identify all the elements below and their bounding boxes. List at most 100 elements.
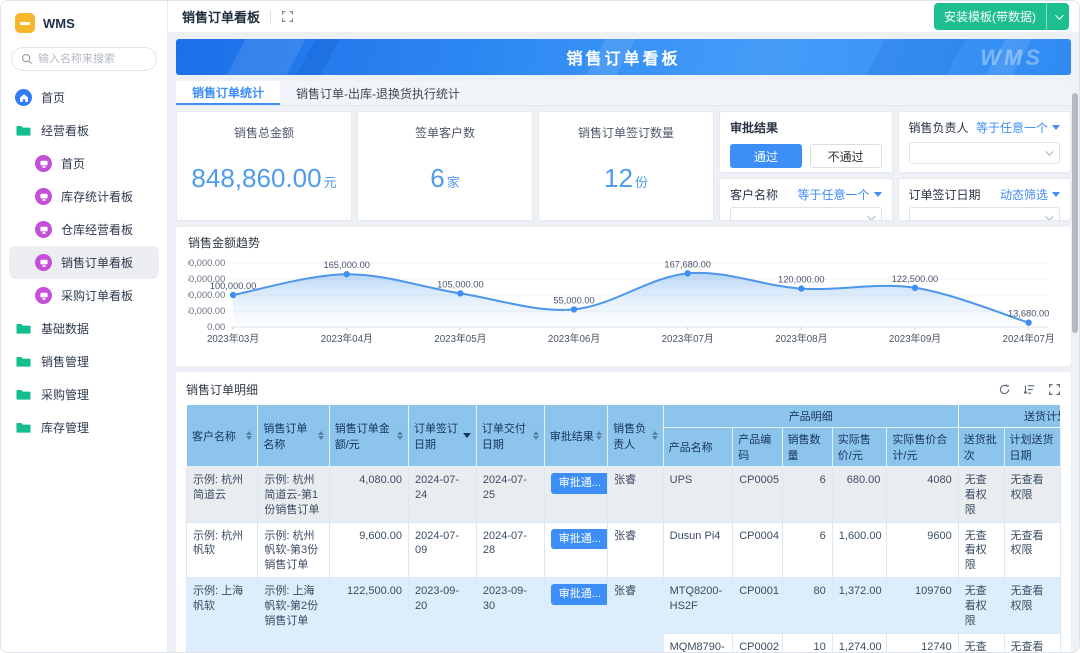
kpi-customer-count: 签单客户数 6家	[357, 111, 533, 221]
approve-status-button[interactable]: 审批通...	[550, 473, 607, 494]
approve-fail-button[interactable]: 不通过	[809, 144, 882, 168]
kpi-label: 销售订单签订数量	[577, 126, 674, 140]
approve-status-button[interactable]: 审批通...	[550, 584, 607, 605]
sidebar-item-label: 首页	[41, 91, 66, 105]
delivery-plan-date: 无查看权限	[1003, 521, 1062, 579]
sort-icon[interactable]	[246, 431, 253, 440]
owner-select[interactable]	[908, 142, 1060, 164]
product-price: 680.00	[831, 466, 888, 523]
col-header[interactable]: 订单交付日期	[475, 404, 545, 467]
page-scrollbar[interactable]	[1072, 93, 1078, 333]
sort-order-icon[interactable]	[1023, 383, 1036, 396]
order-customer: 示例: 杭州简道云	[185, 466, 259, 523]
install-template-label[interactable]: 安装模板(带数据)	[934, 3, 1046, 30]
order-name: 示例: 杭州简道云-第1份销售订单	[257, 466, 330, 523]
kpi-value: 6家	[358, 163, 532, 194]
kpi-number: 12	[604, 163, 633, 193]
sidebar-item-purchase-order-board[interactable]: 采购订单看板	[1, 279, 167, 312]
chart-title: 销售金额趋势	[188, 236, 261, 250]
filter-operator-dropdown[interactable]: 等于任意一个	[797, 186, 882, 203]
sort-icon[interactable]	[596, 431, 603, 440]
divider	[270, 9, 272, 24]
col-header-label: 审批结果	[549, 430, 594, 443]
sidebar-item-biz-board[interactable]: 经营看板	[1, 114, 167, 147]
filter-operator-dropdown[interactable]: 等于任意一个	[976, 119, 1060, 136]
tab-sales-order-stats[interactable]: 销售订单统计	[176, 81, 281, 105]
expand-icon[interactable]	[1048, 383, 1061, 396]
fullscreen-icon[interactable]	[281, 10, 294, 23]
sort-icon[interactable]	[651, 431, 658, 440]
filter-operator-dropdown[interactable]: 动态筛选	[1000, 186, 1060, 203]
table-toolbar	[998, 383, 1061, 396]
sort-icon[interactable]	[317, 431, 324, 440]
table-body: 示例: 杭州简道云 示例: 杭州简道云-第1份销售订单 4,080.00 2024-0…	[185, 466, 1062, 652]
chevron-down-icon	[1055, 10, 1064, 20]
sidebar-item-label: 销售订单看板	[61, 256, 134, 270]
sidebar-item-board-home[interactable]: 首页	[1, 147, 167, 180]
delivery-plan-date: 无查看权限	[1003, 466, 1062, 523]
sidebar-item-home[interactable]: 首页	[1, 81, 167, 114]
sales-trend-chart: 0.0050,000.00100,000.00150,000.00200,000…	[179, 253, 1059, 364]
product-code: CP0004	[732, 521, 783, 579]
kpi-unit: 元	[323, 175, 337, 190]
sidebar-item-inventory-stats-board[interactable]: 库存统计看板	[1, 180, 167, 213]
col-header[interactable]: 销售订单名称	[257, 404, 330, 467]
delivery-plan-date: 无查看权限	[1003, 632, 1062, 652]
sidebar-search[interactable]	[11, 47, 157, 71]
chart-svg: 0.0050,000.00100,000.00150,000.00200,000…	[179, 257, 1055, 345]
sub-col-header: 实际售价/元	[831, 427, 888, 467]
product-total: 12740	[886, 632, 959, 652]
sidebar-item-sales-order-board[interactable]: 销售订单看板	[9, 246, 159, 279]
svg-text:13,680.00: 13,680.00	[1008, 308, 1049, 319]
tab-outbound-return-stats[interactable]: 销售订单-出库-退换货执行统计	[280, 81, 476, 105]
order-approve: 审批通...	[543, 577, 609, 652]
order-amount: 122,500.00	[328, 577, 410, 652]
col-header[interactable]: 审批结果	[543, 404, 609, 467]
sidebar-item-warehouse-biz-board[interactable]: 仓库经营看板	[1, 213, 167, 246]
svg-text:2023年03月: 2023年03月	[207, 332, 259, 345]
col-header[interactable]: 销售负责人	[607, 404, 664, 467]
sidebar-item-base-data[interactable]: 基础数据	[1, 312, 167, 345]
svg-text:105,000.00: 105,000.00	[437, 278, 484, 289]
product-name: MTQ8200-HS2F	[662, 577, 734, 634]
order-owner: 张睿	[607, 577, 664, 652]
sort-icon[interactable]	[397, 431, 404, 440]
col-header-label: 销售负责人	[613, 422, 647, 451]
product-group-header: 产品明细	[662, 404, 959, 428]
order-deliver-date: 2024-07-25	[475, 466, 545, 523]
col-header[interactable]: 客户名称	[185, 404, 259, 467]
sign-date-select[interactable]	[908, 207, 1060, 220]
approve-pass-button[interactable]: 通过	[730, 144, 802, 168]
sort-icon[interactable]	[532, 431, 539, 440]
col-header[interactable]: 订单签订日期	[408, 404, 477, 467]
product-qty: 80	[781, 577, 833, 634]
sidebar-item-inventory-mgmt[interactable]: 库存管理	[1, 411, 167, 444]
stats-row: 销售总金额 848,860.00 元 签单客户数 6家 销售订单签订数量 12 份 …	[176, 111, 1071, 221]
refresh-icon[interactable]	[998, 383, 1011, 396]
folder-icon	[15, 320, 32, 337]
svg-text:50,000.00: 50,000.00	[188, 305, 225, 316]
customer-select[interactable]	[730, 207, 882, 220]
approve-status-button[interactable]: 审批通...	[550, 528, 607, 550]
sidebar-item-purchase-mgmt[interactable]: 采购管理	[1, 378, 167, 411]
order-deliver-date: 2024-07-28	[475, 521, 545, 579]
install-dropdown-caret[interactable]	[1047, 3, 1069, 30]
sales-order-table: 客户名称 销售订单名称 销售订单金额/元 订单签订日期 订单交付日期 审批结果 销售负责人产…	[185, 404, 1062, 652]
sidebar-item-sales-mgmt[interactable]: 销售管理	[1, 345, 167, 378]
svg-text:2023年09月: 2023年09月	[889, 332, 941, 345]
product-code: CP0002	[732, 632, 783, 652]
install-template-button[interactable]: 安装模板(带数据)	[934, 3, 1069, 30]
table-row: 示例: 上海帆软 示例: 上海帆软-第2份销售订单 122,500.00 2023-0…	[185, 577, 1062, 652]
home-icon	[15, 89, 32, 106]
search-input[interactable]	[38, 53, 147, 65]
filter-operator-label: 等于任意一个	[797, 188, 870, 202]
sort-desc-icon[interactable]	[462, 433, 471, 438]
filter-label: 客户名称	[730, 188, 779, 202]
table-row: 示例: 杭州简道云 示例: 杭州简道云-第1份销售订单 4,080.00 2024-0…	[185, 466, 1062, 523]
search-icon	[21, 53, 32, 64]
order-owner: 张睿	[607, 466, 664, 523]
sidebar: WMS 首页经营看板首页库存统计看板仓库经营看板销售订单看板采购订单看板基础数据…	[1, 1, 168, 652]
col-header[interactable]: 销售订单金额/元	[328, 404, 410, 467]
main-area: 销售订单看板 安装模板(带数据) 销售订单看板 WMS 销售订单统计 销售订单-	[168, 1, 1079, 652]
sidebar-item-label: 经营看板	[41, 124, 90, 138]
